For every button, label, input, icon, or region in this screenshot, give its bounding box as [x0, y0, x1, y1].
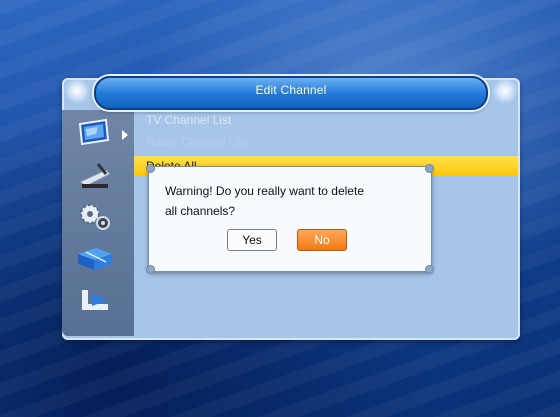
dialog-corner — [146, 265, 155, 274]
dialog-corner — [146, 164, 155, 173]
confirm-delete-dialog: Warning! Do you really want to delete al… — [146, 164, 434, 274]
selected-arrow-icon — [122, 130, 128, 140]
header-corner-right — [492, 78, 518, 104]
monitor-icon[interactable] — [76, 118, 116, 148]
dialog-message: Warning! Do you really want to delete al… — [165, 184, 364, 218]
dialog-corner — [425, 164, 434, 173]
satellite-dish-icon[interactable] — [76, 160, 116, 190]
page-title: Edit Channel — [255, 83, 327, 97]
sidebar — [62, 110, 134, 336]
menu-item-tv-channel-list[interactable]: TV Channel List — [134, 110, 518, 130]
media-icon[interactable] — [76, 286, 116, 316]
no-button[interactable]: No — [297, 229, 347, 251]
menu-item-radio-channel-list[interactable]: Radio Channel List — [134, 132, 518, 152]
gears-icon[interactable] — [76, 202, 116, 232]
dialog-corner — [425, 265, 434, 274]
yes-button[interactable]: Yes — [227, 229, 277, 251]
network-icon[interactable] — [76, 244, 116, 274]
panel-header: Edit Channel — [62, 70, 520, 110]
